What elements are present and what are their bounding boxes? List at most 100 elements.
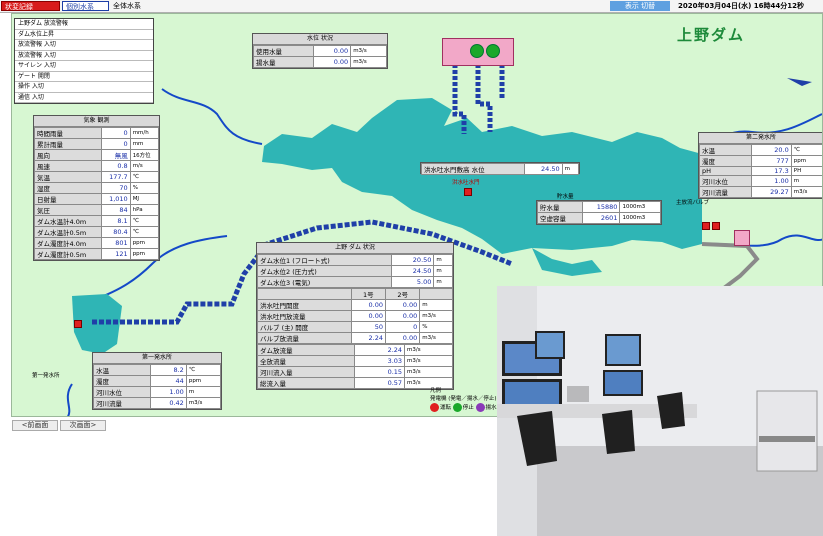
row-unit: ppm	[185, 375, 222, 387]
row-label: ダム水位3 (電気)	[256, 276, 393, 288]
dam-status-header: 上野 ダム 状況	[257, 243, 453, 254]
weather-panel-header: 気象 観測	[34, 116, 159, 127]
valve-alarm-icon[interactable]	[702, 222, 710, 230]
row-unit: m3/s	[404, 377, 453, 389]
row-value: 80.4	[100, 226, 131, 238]
table-row: 全放流量 3.03 m3/s	[257, 355, 453, 367]
usage-panel-header: 水位 状況	[253, 34, 387, 45]
row-value: 3.03	[353, 355, 406, 367]
top-bar: 状変記録 個別水系 全体水系 表示 切替 2020年03月04日(水) 16時4…	[0, 0, 823, 13]
weather-table: 時間雨量 0 mm/h 累計雨量 0 mm 風向 無風 16方位 風速 0.8 m/s 気温 177.7 ℃…	[34, 127, 160, 260]
spillway-level: 洪水吐水門敷高 水位 24.50 m	[420, 162, 580, 175]
gate-1-value: 0.00	[350, 310, 386, 322]
spillway-level-value: 24.50	[524, 163, 563, 175]
generator-icon[interactable]	[470, 44, 484, 58]
table-row: 気温 177.7 ℃	[34, 171, 160, 183]
table-row: 累計雨量 0 mm	[34, 138, 160, 150]
table-row: 河川流量 29.27 m3/s	[698, 186, 822, 198]
legend-item[interactable]: 操作 入切	[15, 82, 153, 93]
valve-alarm-icon[interactable]	[712, 222, 720, 230]
table-row: バルブ放流量 2.24 0.00 m3/s	[257, 332, 453, 344]
row-label: 洪水吐門放流量	[257, 310, 352, 322]
generator-icon[interactable]	[486, 44, 500, 58]
row-value: 777	[751, 155, 792, 167]
row-unit: ppm	[790, 155, 822, 167]
row-label: 水温	[698, 144, 753, 156]
row-label: 濁度	[93, 375, 151, 387]
row-unit: mm/h	[129, 127, 160, 139]
row-label: 河川流入量	[257, 366, 355, 378]
tab-all-system[interactable]: 全体水系	[110, 1, 158, 11]
spillway-level-unit: m	[561, 163, 580, 175]
row-label: ダム水温計4.0m	[34, 215, 102, 227]
table-row: 湿度 70%	[34, 182, 160, 194]
legend-item[interactable]: サイレン 入切	[15, 61, 153, 72]
usage-value: 0.00	[312, 45, 352, 57]
legend-item[interactable]: ダム水位上昇	[15, 30, 153, 40]
row-label: ダム放流量	[257, 344, 355, 356]
row-value: 無風	[100, 149, 131, 161]
table-row: 河川水位 1.00 m	[93, 386, 222, 398]
storage-volume-unit: 1000m3	[619, 201, 661, 213]
pump-label: 揚水量	[253, 56, 314, 68]
flood-gate-alarm-icon[interactable]	[464, 188, 472, 196]
run-status-label: 運転	[440, 405, 452, 411]
row-value: 0.42	[150, 397, 187, 409]
gate-2-value: 0.00	[384, 332, 421, 344]
legend-item[interactable]: ゲート 開閉	[15, 72, 153, 82]
row-value: 0.15	[353, 366, 406, 378]
table-row: 河川水位 1.00 m	[698, 175, 822, 187]
row-label: 気温	[34, 171, 102, 183]
row-unit: m	[433, 265, 453, 277]
row-label: 気圧	[34, 204, 102, 216]
pump-value: 0.00	[312, 56, 352, 68]
row-unit: m	[790, 175, 822, 187]
row-unit: %	[129, 182, 160, 194]
display-toggle-button[interactable]: 表示 切替	[610, 1, 670, 11]
penstock-mid	[475, 64, 493, 132]
row-value: 8.1	[100, 215, 131, 227]
table-row: ダム放流量 2.24 m3/s	[257, 344, 453, 356]
table-row: 水温 8.2 ℃	[93, 364, 222, 376]
row-unit: m	[419, 299, 453, 311]
river-lower-left	[66, 383, 73, 416]
compass-icon	[787, 78, 812, 86]
tab-status-log[interactable]: 状変記録	[1, 1, 60, 11]
row-unit: PH	[790, 166, 822, 176]
prev-screen-button[interactable]: <前画面	[12, 420, 58, 431]
row-unit: m3/s	[185, 397, 222, 409]
gate-1-value: 0.00	[350, 299, 386, 311]
legend-item[interactable]: 通信 入切	[15, 93, 153, 103]
usage-label: 使用水量	[253, 45, 314, 57]
legend-item[interactable]: 放流警報 入切	[15, 40, 153, 51]
dam-title: 上野ダム	[677, 26, 746, 44]
legend-list: 上野ダム 放流警報 ダム水位上昇 放流警報 入切 放流警報 入切 サイレン 入切…	[14, 18, 154, 104]
spillway-level-label: 洪水吐水門敷高 水位	[420, 163, 526, 175]
valve-pipe	[701, 242, 760, 290]
row-label: ダム水位1 (フロート式)	[256, 254, 393, 266]
table-row: 日射量 1,010 MJ	[34, 193, 160, 205]
intake-alarm-icon[interactable]	[74, 320, 82, 328]
first-station-header: 第一発水所	[93, 353, 221, 364]
table-row: 河川流量 0.42 m3/s	[93, 397, 222, 409]
row-unit: m3/s	[419, 310, 453, 322]
table-row: ダム水位1 (フロート式) 20.50 m	[256, 254, 453, 266]
gate-1-value: 2.24	[350, 332, 386, 344]
table-row: 総流入量 0.57 m3/s	[257, 377, 453, 389]
legend-item[interactable]: 放流警報 入切	[15, 51, 153, 61]
row-value: 70	[100, 182, 131, 194]
row-value: 29.27	[751, 186, 792, 198]
row-label: 累計雨量	[34, 138, 102, 150]
empty-capacity-value: 2601	[582, 212, 621, 224]
table-row: 水温 20.0 ℃	[698, 144, 822, 156]
tab-individual-system[interactable]: 個別水系	[62, 1, 109, 11]
second-station-panel: 第二発水所 水温 20.0 ℃ 濁度 777 ppm pH 17.3 PH 河川水位 1.00 m 河川…	[698, 132, 822, 199]
legend-item[interactable]: 上野ダム 放流警報	[15, 19, 153, 30]
valve-station-block[interactable]	[734, 230, 750, 246]
row-value: 2.24	[353, 344, 406, 356]
row-label: バルブ (主) 開度	[257, 321, 352, 333]
next-screen-button[interactable]: 次画面>	[60, 420, 106, 431]
row-value: 24.50	[391, 265, 435, 277]
row-unit: MJ	[129, 193, 160, 205]
row-unit: ppm	[129, 248, 160, 260]
